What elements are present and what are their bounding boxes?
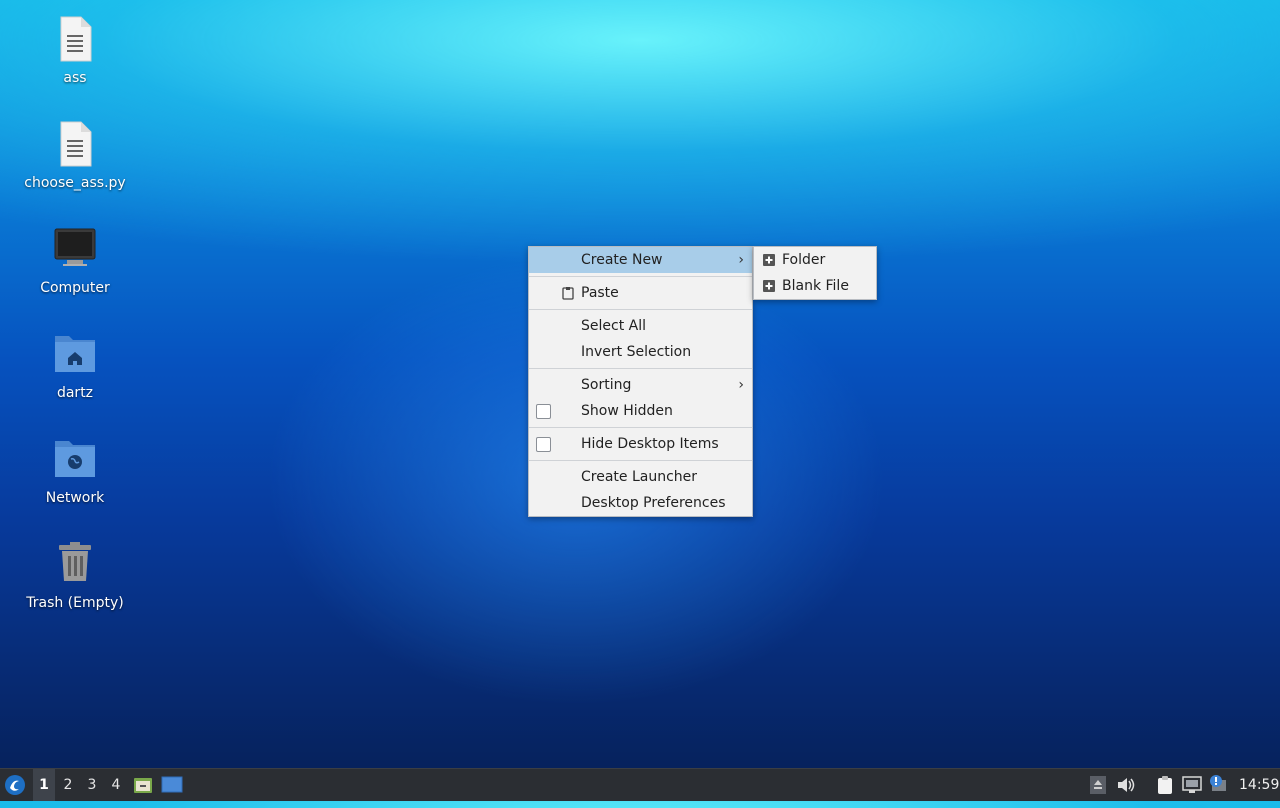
- update-notifier-button[interactable]: [1209, 769, 1229, 801]
- workspace-1[interactable]: 1: [33, 769, 55, 801]
- menu-separator: [529, 276, 752, 277]
- menu-separator: [529, 368, 752, 369]
- desktop-icon-trash[interactable]: Trash (Empty): [20, 540, 130, 635]
- workspace-2[interactable]: 2: [57, 769, 79, 801]
- clipboard-icon: [562, 287, 574, 300]
- update-alert-icon: [1210, 775, 1226, 791]
- start-menu-button[interactable]: [4, 769, 28, 801]
- add-icon: [763, 254, 775, 266]
- hide-desktop-items-checkbox[interactable]: [536, 437, 551, 452]
- menu-item-label: Create New: [581, 252, 663, 268]
- show-desktop-button[interactable]: [161, 769, 185, 801]
- menu-item-label: Sorting: [581, 377, 632, 393]
- menu-item-sorting[interactable]: Sorting ›: [529, 372, 752, 398]
- desktop-icon-label: Network: [45, 490, 105, 506]
- menu-separator: [529, 309, 752, 310]
- menu-item-invert-selection[interactable]: Invert Selection: [529, 339, 752, 365]
- submenu-item-folder[interactable]: Folder: [754, 247, 876, 273]
- chevron-right-icon: ›: [738, 252, 744, 268]
- desktop-icon-label: Computer: [40, 280, 110, 296]
- workspace-4[interactable]: 4: [105, 769, 127, 801]
- desktop-icon-label: dartz: [56, 385, 94, 401]
- menu-item-show-hidden[interactable]: Show Hidden: [529, 398, 752, 424]
- add-icon: [763, 280, 775, 292]
- menu-item-label: Desktop Preferences: [581, 495, 726, 511]
- desktop-icon-dartz[interactable]: dartz: [20, 330, 130, 425]
- chevron-right-icon: ›: [738, 377, 744, 393]
- desktop-icon-network[interactable]: Network: [20, 435, 130, 530]
- desktop-icon-choose-ass-py[interactable]: choose_ass.py: [20, 120, 130, 215]
- desktop-context-menu: Create New › Paste Select All Invert Sel…: [528, 246, 753, 517]
- trash-icon: [59, 542, 91, 581]
- computer-icon: [54, 228, 96, 266]
- menu-item-select-all[interactable]: Select All: [529, 313, 752, 339]
- menu-separator: [529, 460, 752, 461]
- create-new-submenu: Folder Blank File: [753, 246, 877, 300]
- file-manager-icon: [134, 778, 152, 793]
- show-hidden-checkbox[interactable]: [536, 404, 551, 419]
- taskbar: 1 2 3 4 14:59: [0, 768, 1280, 801]
- menu-separator: [529, 427, 752, 428]
- menu-item-label: Show Hidden: [581, 403, 673, 419]
- workspace-3[interactable]: 3: [81, 769, 103, 801]
- desktop-icon-label: ass: [63, 70, 87, 86]
- text-file-icon: [60, 121, 92, 167]
- desktop-icon-computer[interactable]: Computer: [20, 225, 130, 320]
- home-folder-icon: [55, 336, 95, 372]
- network-tray-button[interactable]: [1182, 769, 1204, 801]
- network-folder-icon: [55, 441, 95, 477]
- menu-item-create-new[interactable]: Create New ›: [529, 247, 752, 273]
- network-wired-icon: [1182, 776, 1202, 793]
- submenu-item-label: Blank File: [782, 278, 849, 294]
- menu-item-label: Invert Selection: [581, 344, 692, 360]
- eject-icon: [1090, 776, 1106, 794]
- menu-item-label: Select All: [581, 318, 646, 334]
- volume-button[interactable]: [1117, 769, 1139, 801]
- desktop-icon-label: choose_ass.py: [24, 175, 126, 191]
- file-manager-launcher[interactable]: [133, 769, 155, 801]
- submenu-item-blank-file[interactable]: Blank File: [754, 273, 876, 299]
- desktop[interactable]: ass choose_ass.py Computer dartz Network…: [0, 0, 1280, 768]
- desktop-icon-label: Trash (Empty): [26, 595, 124, 611]
- text-file-icon: [60, 16, 92, 62]
- menu-item-label: Hide Desktop Items: [581, 436, 719, 452]
- desktop-icon-ass[interactable]: ass: [20, 15, 130, 110]
- submenu-item-label: Folder: [782, 252, 826, 268]
- menu-item-label: Paste: [581, 285, 619, 301]
- clipboard-icon: [1158, 776, 1172, 794]
- menu-item-desktop-preferences[interactable]: Desktop Preferences: [529, 490, 752, 516]
- menu-item-paste[interactable]: Paste: [529, 280, 752, 306]
- menu-item-create-launcher[interactable]: Create Launcher: [529, 464, 752, 490]
- menu-item-hide-desktop-items[interactable]: Hide Desktop Items: [529, 431, 752, 457]
- eject-button[interactable]: [1090, 769, 1110, 801]
- desktop-icon: [161, 776, 183, 793]
- clipboard-tray-button[interactable]: [1155, 769, 1177, 801]
- lubuntu-logo-icon: [5, 775, 25, 795]
- clock[interactable]: 14:59: [1239, 769, 1279, 801]
- volume-icon: [1118, 778, 1135, 792]
- menu-item-label: Create Launcher: [581, 469, 698, 485]
